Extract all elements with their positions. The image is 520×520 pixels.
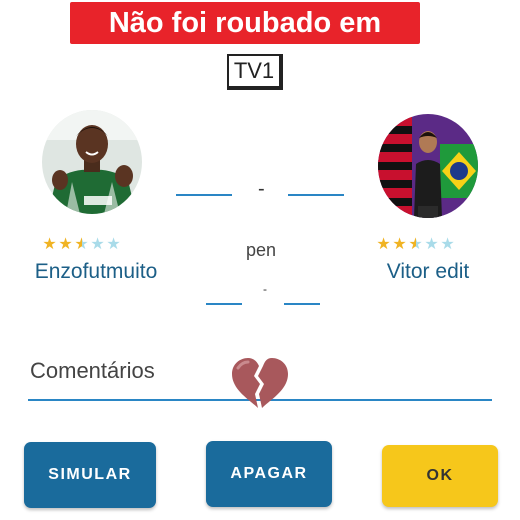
player-right-name: Vitor edit [386, 260, 470, 283]
star-icon[interactable]: ★ [440, 234, 456, 254]
clear-button[interactable]: APAGAR [206, 441, 332, 507]
star-icon[interactable]: ★ [376, 234, 392, 254]
star-icon[interactable]: ★ [408, 234, 424, 254]
star-icon[interactable]: ★ [74, 234, 90, 254]
star-icon[interactable]: ★ [42, 234, 58, 254]
penalties-label: pen [246, 240, 277, 260]
penalties-left-input[interactable] [206, 303, 242, 305]
player-left-avatar[interactable] [42, 110, 142, 214]
star-icon[interactable]: ★ [392, 234, 408, 254]
channel-label: TV1 [227, 54, 283, 90]
star-icon[interactable]: ★ [58, 234, 74, 254]
penalties-separator: - [263, 282, 267, 296]
star-icon[interactable]: ★ [424, 234, 440, 254]
penalties-right-input[interactable] [284, 303, 320, 305]
score-right-input[interactable] [288, 194, 344, 196]
overlay-title: Não foi roubado em [70, 2, 420, 44]
player-left-rating[interactable]: ★★★★★ [42, 234, 122, 254]
player-right-avatar[interactable] [378, 114, 478, 218]
score-separator: - [258, 178, 265, 200]
comments-label: Comentários [30, 358, 155, 383]
player-left-name: Enzofutmuito [34, 260, 158, 283]
simulate-button[interactable]: SIMULAR [24, 442, 156, 508]
star-icon[interactable]: ★ [106, 234, 122, 254]
score-left-input[interactable] [176, 194, 232, 196]
broken-heart-icon [228, 354, 292, 410]
player-right-rating[interactable]: ★★★★★ [376, 234, 456, 254]
star-icon[interactable]: ★ [90, 234, 106, 254]
ok-button[interactable]: OK [382, 445, 498, 507]
